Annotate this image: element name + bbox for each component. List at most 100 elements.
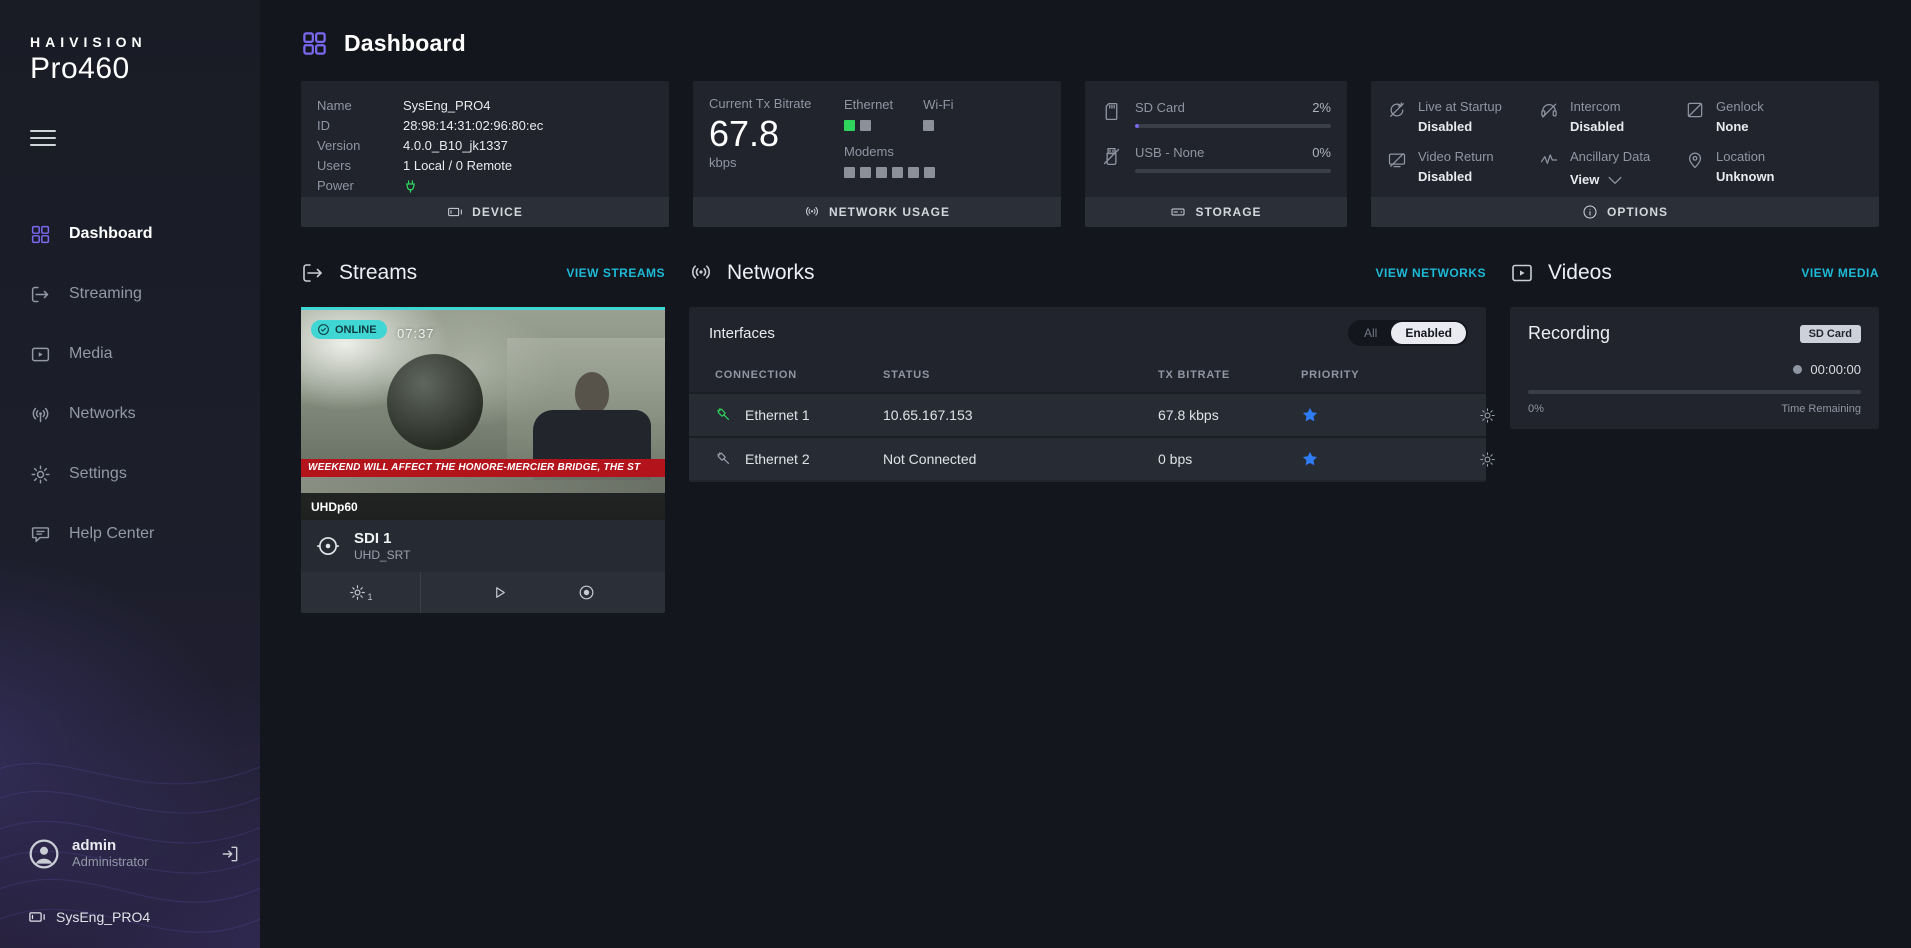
gear-icon xyxy=(1479,407,1496,424)
logout-button[interactable] xyxy=(220,844,240,864)
user-role: Administrator xyxy=(72,854,149,870)
option-video-return: Video Return Disabled xyxy=(1387,149,1539,190)
app-root: HAIVISION Pro460 Dashboard Streaming xyxy=(0,0,1911,948)
stream-thumbnail[interactable]: 07:37 WEEKEND WILL AFFECT THE HONORE-MER… xyxy=(301,310,665,520)
location-pin-icon xyxy=(1685,150,1705,170)
connection-name: Ethernet 2 xyxy=(745,451,810,467)
column-header-connection: CONNECTION xyxy=(715,369,883,381)
connection-tx-bitrate: 0 bps xyxy=(1158,451,1301,467)
connection-tx-bitrate: 67.8 kbps xyxy=(1158,407,1301,423)
view-networks-link[interactable]: VIEW NETWORKS xyxy=(1376,266,1487,280)
usb-icon xyxy=(1101,146,1122,167)
intercom-disabled-icon xyxy=(1539,100,1559,120)
priority-star-button[interactable] xyxy=(1301,450,1393,468)
recording-panel[interactable]: Recording SD Card 00:00:00 0% Time Remai… xyxy=(1510,307,1879,429)
table-row[interactable]: Ethernet 2 Not Connected 0 bps xyxy=(689,436,1486,480)
stream-settings-button[interactable]: 1 xyxy=(301,572,421,613)
recording-time-remaining-label: Time Remaining xyxy=(1781,403,1861,415)
filter-enabled-button[interactable]: Enabled xyxy=(1391,322,1466,344)
stream-format-label: UHDp60 xyxy=(311,500,358,514)
sidebar-item-streaming[interactable]: Streaming xyxy=(0,264,260,324)
stream-controls: 1 xyxy=(301,572,665,613)
storage-progress-bar xyxy=(1135,169,1331,173)
info-icon xyxy=(1582,204,1598,220)
network-usage-footer-label: NETWORK USAGE xyxy=(829,205,950,219)
modem-status xyxy=(892,167,903,178)
sidebar-item-settings[interactable]: Settings xyxy=(0,444,260,504)
device-footer-button[interactable]: DEVICE xyxy=(301,197,669,227)
sidebar-item-label: Media xyxy=(69,345,113,363)
sidebar-item-networks[interactable]: Networks xyxy=(0,384,260,444)
interfaces-table-header: CONNECTION STATUS TX BITRATE PRIORITY xyxy=(689,358,1486,392)
stream-format-bar: UHDp60 xyxy=(301,493,665,520)
option-label: Ancillary Data xyxy=(1570,149,1650,165)
view-media-link[interactable]: VIEW MEDIA xyxy=(1801,266,1879,280)
table-row[interactable]: Ethernet 1 10.65.167.153 67.8 kbps xyxy=(689,392,1486,436)
options-footer-label: OPTIONS xyxy=(1607,205,1668,219)
filter-all-button[interactable]: All xyxy=(1350,322,1391,344)
stream-info-row[interactable]: SDI 1 UHD_SRT xyxy=(301,520,665,572)
column-header-status: STATUS xyxy=(883,369,1158,381)
ethernet-indicator: Ethernet xyxy=(844,97,893,131)
ethernet-label: Ethernet xyxy=(844,97,893,112)
priority-star-button[interactable] xyxy=(1301,406,1393,424)
sidebar-item-label: Networks xyxy=(69,405,136,423)
summary-cards-row: NameSysEng_PRO4 ID28:98:14:31:02:96:80:e… xyxy=(301,81,1879,227)
ethernet-cable-icon xyxy=(715,406,733,424)
sidebar-device-name: SysEng_PRO4 xyxy=(56,909,150,925)
stream-record-button[interactable] xyxy=(577,583,596,602)
storage-percent: 2% xyxy=(1312,100,1331,115)
device-field-value: 4.0.0_B10_jk1337 xyxy=(403,136,508,156)
avatar-icon xyxy=(28,838,60,870)
stream-play-button[interactable] xyxy=(490,583,509,602)
device-field-value: 1 Local / 0 Remote xyxy=(403,156,512,176)
bitrate-block: Current Tx Bitrate 67.8 kbps xyxy=(709,96,844,197)
ancillary-data-dropdown[interactable]: View xyxy=(1570,169,1650,190)
modem-status xyxy=(844,167,855,178)
device-field-label: Users xyxy=(317,156,403,176)
sidebar-nav: Dashboard Streaming Media xyxy=(0,204,260,564)
storage-card-body: SD Card 2% xyxy=(1085,81,1347,197)
device-field-label: Version xyxy=(317,136,403,156)
storage-label: USB - None xyxy=(1135,145,1204,160)
sidebar-item-media[interactable]: Media xyxy=(0,324,260,384)
stream-card[interactable]: 07:37 WEEKEND WILL AFFECT THE HONORE-MER… xyxy=(301,307,665,613)
option-value: None xyxy=(1716,119,1764,134)
view-streams-link[interactable]: VIEW STREAMS xyxy=(566,266,665,280)
option-genlock: Genlock None xyxy=(1685,99,1863,134)
recording-elapsed-time: 00:00:00 xyxy=(1810,362,1861,377)
sd-card-icon xyxy=(1101,101,1122,122)
sidebar-item-help-center[interactable]: Help Center xyxy=(0,504,260,564)
storage-footer-button[interactable]: STORAGE xyxy=(1085,197,1347,227)
interface-settings-button[interactable] xyxy=(1393,407,1496,424)
section-headers-row: Streams VIEW STREAMS Networks VIEW NETWO… xyxy=(301,261,1879,285)
sidebar-device[interactable]: SysEng_PRO4 xyxy=(0,908,260,926)
check-circle-icon xyxy=(317,323,330,336)
star-icon xyxy=(1301,450,1319,468)
sidebar-item-dashboard[interactable]: Dashboard xyxy=(0,204,260,264)
bitrate-value: 67.8 xyxy=(709,113,844,155)
antenna-icon xyxy=(30,404,51,425)
power-status-icon xyxy=(403,179,418,194)
options-card: Live at Startup Disabled Interc xyxy=(1371,81,1879,227)
column-header-tx-bitrate: TX BITRATE xyxy=(1158,369,1301,381)
option-value: View xyxy=(1570,172,1599,187)
user-block: admin Administrator xyxy=(0,837,260,870)
live-at-startup-disabled-icon xyxy=(1387,100,1407,120)
storage-label: SD Card xyxy=(1135,100,1185,115)
hamburger-menu-icon[interactable] xyxy=(30,130,56,146)
video-return-disabled-icon xyxy=(1387,150,1407,170)
interfaces-panel-header: Interfaces All Enabled xyxy=(689,307,1486,358)
storage-card: SD Card 2% xyxy=(1085,81,1347,227)
interface-settings-button[interactable] xyxy=(1393,451,1496,468)
interfaces-panel: Interfaces All Enabled CONNECTION STATUS… xyxy=(689,307,1486,482)
option-intercom: Intercom Disabled xyxy=(1539,99,1685,134)
modems-indicator: Modems xyxy=(844,144,1045,178)
options-footer-button[interactable]: OPTIONS xyxy=(1371,197,1879,227)
stream-input-name: SDI 1 xyxy=(354,529,410,548)
network-usage-footer-button[interactable]: NETWORK USAGE xyxy=(693,197,1061,227)
option-live-at-startup: Live at Startup Disabled xyxy=(1387,99,1539,134)
networks-section-header: Networks VIEW NETWORKS xyxy=(689,261,1486,285)
modem-status xyxy=(876,167,887,178)
genlock-disabled-icon xyxy=(1685,100,1705,120)
